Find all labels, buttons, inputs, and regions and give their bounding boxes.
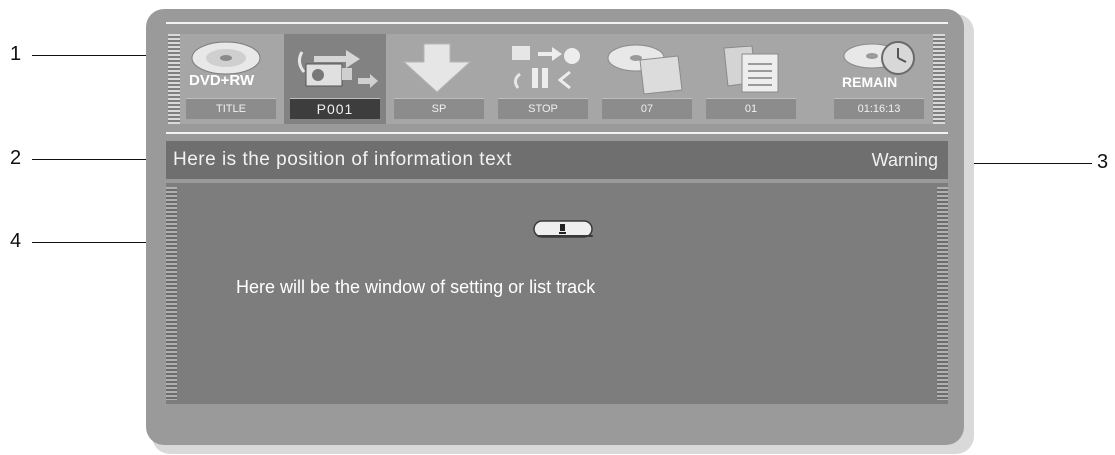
toolbar-item-remain[interactable]: REMAIN 01:16:13	[828, 34, 930, 124]
toolbar-item-speed[interactable]: SP	[388, 34, 490, 124]
window-left-stripe	[166, 187, 177, 400]
toolbar-right-stripe	[933, 34, 945, 124]
toolbar-item-label: 07	[602, 98, 692, 119]
toolbar-item-disc-folder[interactable]: 07	[596, 34, 698, 124]
window-right-stripe	[937, 187, 948, 400]
window-text: Here will be the window of setting or li…	[236, 277, 596, 297]
toolbar-item-title[interactable]: DVD+RW TITLE	[180, 34, 282, 124]
playback-control-icon	[512, 46, 580, 90]
disc-icon	[191, 41, 261, 75]
down-arrow-icon	[402, 43, 472, 93]
information-text: Here is the position of information text	[173, 149, 512, 170]
toolbar-item-label: TITLE	[186, 98, 276, 119]
callout-2: 2	[10, 147, 22, 169]
setting-list-window: Here will be the window of setting or li…	[166, 183, 948, 404]
disc-type-label: DVD+RW	[189, 72, 255, 89]
toolbar-item-label: STOP	[498, 98, 588, 119]
toolbar-item-label: P001	[290, 98, 380, 119]
camcorder-transfer-icon	[297, 50, 378, 88]
callout-3: 3	[1097, 151, 1109, 173]
remain-label: REMAIN	[842, 74, 898, 90]
toolbar-item-label: 01:16:13	[834, 98, 924, 119]
toolbar-item-program[interactable]: P001	[284, 34, 386, 124]
toolbar-left-stripe	[168, 34, 180, 124]
callout-4: 4	[10, 230, 22, 252]
document-folder-icon	[723, 45, 779, 93]
toolbar-item-playback[interactable]: STOP	[492, 34, 594, 124]
callout-1: 1	[10, 43, 22, 65]
warning-text: Warning	[871, 150, 938, 170]
disc-folder-icon	[607, 44, 683, 95]
exclamation-icon	[533, 220, 593, 238]
toolbar-item-label: 01	[706, 98, 796, 119]
info-bar: Here is the position of information text…	[166, 141, 948, 179]
toolbar-item-document-folder[interactable]: 01	[700, 34, 802, 124]
toolbar-item-label: SP	[394, 98, 484, 119]
